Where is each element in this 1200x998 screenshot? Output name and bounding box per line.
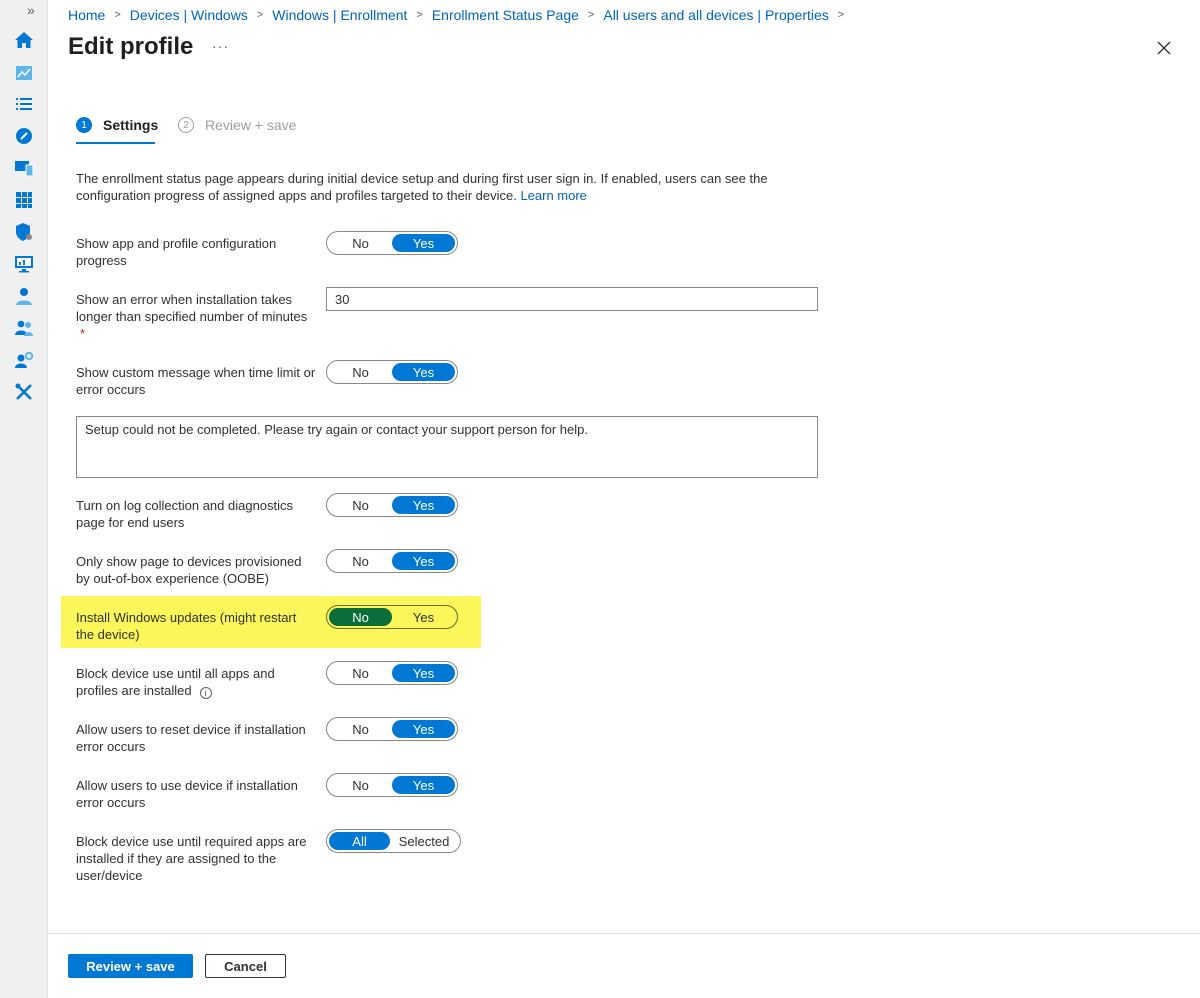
step-number: 2 xyxy=(178,117,194,133)
toggle-option-no[interactable]: No xyxy=(329,608,392,626)
troubleshooting-icon[interactable] xyxy=(14,382,34,402)
all-services-icon[interactable] xyxy=(14,94,34,114)
toggle-option-no[interactable]: No xyxy=(329,664,392,682)
toggle-option-yes[interactable]: Yes xyxy=(392,363,455,381)
toggle-option-no[interactable]: No xyxy=(329,776,392,794)
show-progress-label: Show app and profile configuration progr… xyxy=(76,236,277,268)
breadcrumb-enrollment-status-page[interactable]: Enrollment Status Page xyxy=(432,7,579,23)
page-title: Edit profile xyxy=(68,33,194,60)
favorite-icon[interactable] xyxy=(14,126,34,146)
block-required-apps-toggle[interactable]: All Selected xyxy=(326,829,461,853)
allow-reset-label: Allow users to reset device if installat… xyxy=(76,722,306,754)
breadcrumb-properties[interactable]: All users and all devices | Properties xyxy=(603,7,828,23)
error-minutes-text: Show an error when installation takes lo… xyxy=(76,292,308,324)
tab-settings[interactable]: 1 Settings xyxy=(76,117,158,133)
info-icon[interactable]: i xyxy=(199,687,212,699)
breadcrumb-windows-enrollment[interactable]: Windows | Enrollment xyxy=(272,7,407,23)
step-label: Settings xyxy=(103,117,159,133)
endpoint-security-icon[interactable] xyxy=(14,222,34,242)
error-minutes-label: Show an error when installation takes lo… xyxy=(76,291,316,342)
active-step-indicator xyxy=(76,142,155,144)
allow-use-toggle[interactable]: No Yes xyxy=(326,773,458,797)
footer-divider xyxy=(48,933,1200,934)
step-number: 1 xyxy=(76,117,92,133)
toggle-option-no[interactable]: No xyxy=(329,720,392,738)
toggle-option-yes[interactable]: Yes xyxy=(392,608,455,626)
toggle-option-all[interactable]: All xyxy=(329,832,391,850)
custom-message-textarea[interactable]: Setup could not be completed. Please try… xyxy=(76,416,818,478)
log-collection-label: Turn on log collection and diagnostics p… xyxy=(76,498,294,530)
breadcrumb: Home > Devices | Windows > Windows | Enr… xyxy=(68,6,853,24)
step-label: Review + save xyxy=(205,117,297,133)
users-icon[interactable] xyxy=(14,286,34,306)
toggle-option-yes[interactable]: Yes xyxy=(392,496,455,514)
more-actions-icon[interactable]: ··· xyxy=(212,38,229,54)
allow-reset-toggle[interactable]: No Yes xyxy=(326,717,458,741)
block-required-apps-label: Block device use until required apps are… xyxy=(76,834,307,883)
show-progress-toggle[interactable]: No Yes xyxy=(326,231,458,255)
nav-rail: » xyxy=(0,0,48,998)
toggle-option-yes[interactable]: Yes xyxy=(392,776,455,794)
custom-message-toggle[interactable]: No Yes xyxy=(326,360,458,384)
tenant-admin-icon[interactable] xyxy=(14,350,34,370)
learn-more-link[interactable]: Learn more xyxy=(520,188,586,203)
dashboard-icon[interactable] xyxy=(14,63,34,83)
breadcrumb-separator: > xyxy=(256,9,264,21)
toggle-option-yes[interactable]: Yes xyxy=(392,664,455,682)
toggle-option-no[interactable]: No xyxy=(329,363,392,381)
allow-use-label: Allow users to use device if installatio… xyxy=(76,778,298,810)
log-collection-toggle[interactable]: No Yes xyxy=(326,493,458,517)
reports-icon[interactable] xyxy=(14,254,34,274)
block-until-installed-label: Block device use until all apps and prof… xyxy=(76,665,316,699)
expand-menu-icon[interactable]: » xyxy=(27,2,35,18)
breadcrumb-separator: > xyxy=(837,9,845,21)
error-minutes-input[interactable]: 30 xyxy=(326,287,818,311)
windows-updates-toggle[interactable]: No Yes xyxy=(326,605,458,629)
toggle-option-no[interactable]: No xyxy=(329,234,392,252)
breadcrumb-home[interactable]: Home xyxy=(68,7,105,23)
breadcrumb-separator: > xyxy=(416,9,423,21)
block-until-installed-text: Block device use until all apps and prof… xyxy=(76,666,275,698)
apps-icon[interactable] xyxy=(14,190,34,210)
block-until-installed-toggle[interactable]: No Yes xyxy=(326,661,458,685)
toggle-option-yes[interactable]: Yes xyxy=(392,234,455,252)
windows-updates-label: Install Windows updates (might restart t… xyxy=(76,610,297,642)
groups-icon[interactable] xyxy=(14,318,34,338)
oobe-only-label: Only show page to devices provisioned by… xyxy=(76,554,302,586)
breadcrumb-devices-windows[interactable]: Devices | Windows xyxy=(130,7,248,23)
toggle-option-yes[interactable]: Yes xyxy=(392,552,455,570)
toggle-option-selected[interactable]: Selected xyxy=(390,832,458,850)
review-save-button[interactable]: Review + save xyxy=(68,954,193,978)
breadcrumb-separator: > xyxy=(587,9,595,21)
breadcrumb-separator: > xyxy=(114,9,121,21)
required-marker: * xyxy=(80,326,86,341)
close-icon[interactable] xyxy=(1156,40,1172,56)
toggle-option-no[interactable]: No xyxy=(329,496,392,514)
intro-description: The enrollment status page appears durin… xyxy=(76,171,768,203)
oobe-only-toggle[interactable]: No Yes xyxy=(326,549,458,573)
intro-text: The enrollment status page appears durin… xyxy=(76,170,796,204)
custom-message-label: Show custom message when time limit or e… xyxy=(76,365,316,397)
toggle-option-no[interactable]: No xyxy=(329,552,392,570)
cancel-button[interactable]: Cancel xyxy=(205,954,286,978)
devices-icon[interactable] xyxy=(14,158,34,178)
toggle-option-yes[interactable]: Yes xyxy=(392,720,455,738)
home-icon[interactable] xyxy=(14,30,34,50)
tab-review-save[interactable]: 2 Review + save xyxy=(178,117,296,133)
